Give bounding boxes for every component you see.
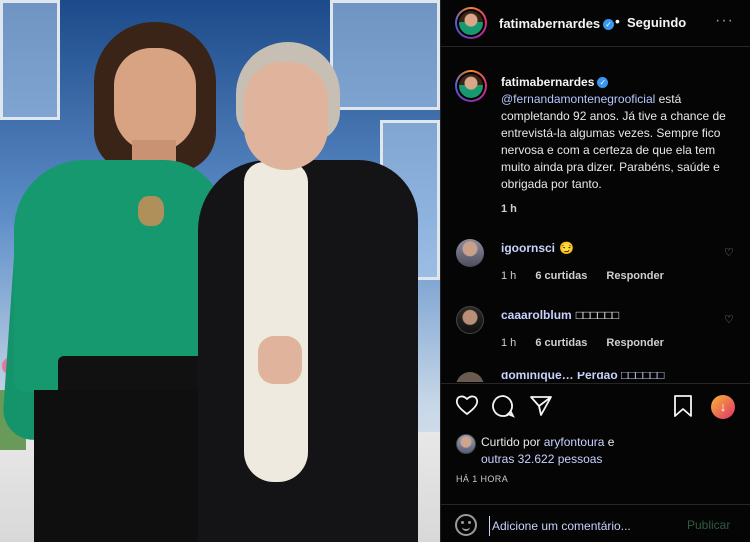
comment-meta: 1 h 6 curtidas Responder xyxy=(501,337,680,349)
comment-like-heart-icon[interactable]: ♡ xyxy=(724,246,734,259)
comment-username[interactable]: igoornsci 😏 xyxy=(501,241,574,255)
download-icon[interactable]: ↓ xyxy=(711,395,735,419)
comment-time[interactable]: 1 h xyxy=(501,337,516,349)
comment-input[interactable] xyxy=(489,516,679,536)
likes-summary: Curtido por aryfontoura e outras 32.622 … xyxy=(481,434,731,468)
comment-meta: 1 h 6 curtidas Responder xyxy=(501,270,680,282)
woman-left-necklace xyxy=(138,196,164,226)
comment-avatar[interactable] xyxy=(456,372,484,382)
caption-timestamp[interactable]: 1 h xyxy=(501,203,517,215)
share-paper-plane-icon[interactable] xyxy=(529,394,553,418)
post-side-panel: fatimabernardes ✓ • Seguindo ··· fatimabe… xyxy=(440,0,750,542)
partial-comment-text: dominique… Perdão □□□□□□ xyxy=(501,372,665,382)
liker-avatar[interactable] xyxy=(456,434,476,454)
comment-time[interactable]: 1 h xyxy=(501,270,516,282)
woman-left-pants xyxy=(34,390,204,542)
following-button[interactable]: Seguindo xyxy=(627,15,686,30)
likes-conjunction: e xyxy=(607,435,615,449)
woman-right-face xyxy=(244,62,328,170)
background-window xyxy=(0,0,60,120)
author-name-link[interactable]: fatimabernardes ✓ xyxy=(499,15,615,33)
more-dots-icon[interactable]: ··· xyxy=(715,12,734,30)
comment-bubble-icon[interactable] xyxy=(491,394,515,418)
liker-username-link[interactable]: aryfontoura xyxy=(544,435,605,449)
add-comment-row: Publicar xyxy=(441,510,750,542)
woman-right-hands xyxy=(258,336,302,384)
comment-user-name[interactable]: igoornsci xyxy=(501,241,555,255)
woman-right-jacket xyxy=(198,160,418,542)
reply-button[interactable]: Responder xyxy=(606,337,663,349)
others-likes-link[interactable]: outras 32.622 pessoas xyxy=(481,452,602,466)
caption-author-username[interactable]: fatimabernardes xyxy=(501,75,594,89)
comment-avatar[interactable] xyxy=(456,306,484,334)
comment-user-name[interactable]: caaarolblum xyxy=(501,308,572,322)
verified-badge-icon: ✓ xyxy=(597,77,609,88)
woman-left-face xyxy=(114,48,196,152)
separator-dot: • xyxy=(615,13,620,29)
post-actions: ↓ xyxy=(441,384,750,428)
reply-button[interactable]: Responder xyxy=(606,270,663,282)
background-window xyxy=(330,0,440,110)
partial-comment: dominique… Perdão □□□□□□ xyxy=(456,372,736,382)
likes-prefix: Curtido por xyxy=(481,435,541,449)
author-avatar[interactable] xyxy=(455,7,487,39)
author-username[interactable]: fatimabernardes xyxy=(499,16,600,31)
comment-like-heart-icon[interactable]: ♡ xyxy=(724,313,734,326)
caption-author-avatar[interactable] xyxy=(455,70,487,102)
emoji-smile-icon[interactable] xyxy=(455,514,477,536)
save-bookmark-icon[interactable] xyxy=(673,394,693,418)
post-time-ago[interactable]: HÁ 1 HORA xyxy=(456,474,508,484)
comment-username[interactable]: caaarolblum □□□□□□ xyxy=(501,308,619,322)
comment-avatar[interactable] xyxy=(456,239,484,267)
post-photo[interactable] xyxy=(0,0,440,542)
like-heart-icon[interactable] xyxy=(455,394,479,416)
publish-button[interactable]: Publicar xyxy=(687,518,730,532)
comment-likes[interactable]: 6 curtidas xyxy=(535,337,587,349)
post-header: fatimabernardes ✓ • Seguindo ··· xyxy=(441,0,750,47)
caption-text: está completando 92 anos. Já tive a chan… xyxy=(501,92,726,191)
divider xyxy=(441,504,750,505)
post-caption: fatimabernardes ✓ @fernandamontenegroofic… xyxy=(501,74,737,193)
caption-mention-link[interactable]: @fernandamontenegrooficial xyxy=(501,92,655,106)
comment-text: 😏 xyxy=(559,241,574,255)
comment-likes[interactable]: 6 curtidas xyxy=(535,270,587,282)
woman-right-scarf xyxy=(244,162,308,482)
verified-badge-icon: ✓ xyxy=(603,19,615,30)
comment-text: □□□□□□ xyxy=(575,308,620,322)
